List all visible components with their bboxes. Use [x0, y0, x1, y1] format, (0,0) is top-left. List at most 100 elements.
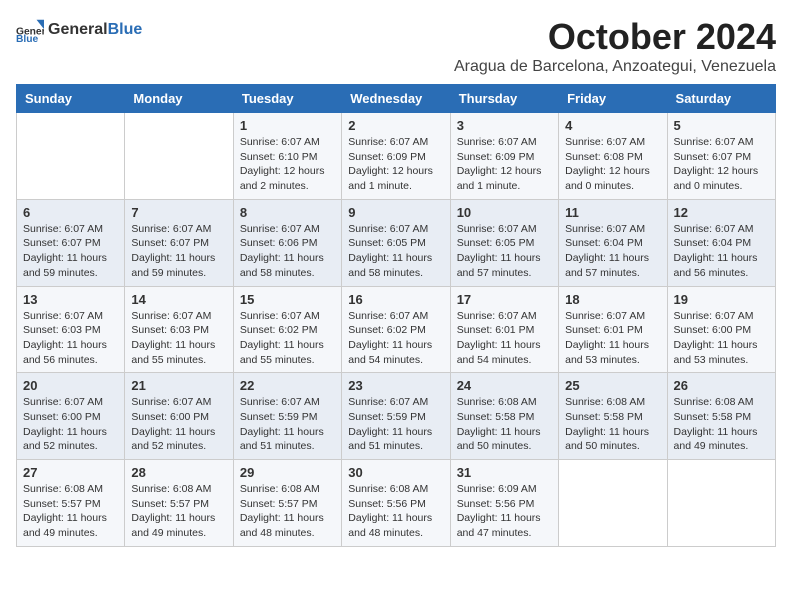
cell-info: Sunrise: 6:07 AM Sunset: 6:01 PM Dayligh… — [457, 309, 552, 368]
calendar-cell: 14 Sunrise: 6:07 AM Sunset: 6:03 PM Dayli… — [125, 286, 233, 373]
day-number: 20 — [23, 378, 118, 393]
day-number: 15 — [240, 292, 335, 307]
calendar-cell — [667, 460, 775, 547]
day-number: 30 — [348, 465, 443, 480]
cell-info: Sunrise: 6:07 AM Sunset: 6:07 PM Dayligh… — [23, 222, 118, 281]
calendar-table: SundayMondayTuesdayWednesdayThursdayFrid… — [16, 84, 776, 547]
cell-info: Sunrise: 6:08 AM Sunset: 5:58 PM Dayligh… — [457, 395, 552, 454]
day-number: 24 — [457, 378, 552, 393]
day-header-sunday: Sunday — [17, 85, 125, 113]
day-number: 14 — [131, 292, 226, 307]
logo-blue-text: Blue — [108, 21, 143, 39]
cell-info: Sunrise: 6:07 AM Sunset: 5:59 PM Dayligh… — [240, 395, 335, 454]
cell-info: Sunrise: 6:07 AM Sunset: 6:00 PM Dayligh… — [674, 309, 769, 368]
logo-general-text: General — [48, 21, 108, 39]
day-number: 16 — [348, 292, 443, 307]
logo: General Blue General Blue — [16, 16, 142, 44]
week-row-2: 6 Sunrise: 6:07 AM Sunset: 6:07 PM Daylig… — [17, 199, 776, 286]
cell-info: Sunrise: 6:08 AM Sunset: 5:57 PM Dayligh… — [23, 482, 118, 541]
cell-info: Sunrise: 6:07 AM Sunset: 6:09 PM Dayligh… — [457, 135, 552, 194]
day-header-wednesday: Wednesday — [342, 85, 450, 113]
day-header-saturday: Saturday — [667, 85, 775, 113]
calendar-cell: 5Sunrise: 6:07 AM Sunset: 6:07 PM Daylig… — [667, 113, 775, 200]
calendar-cell: 24 Sunrise: 6:08 AM Sunset: 5:58 PM Dayli… — [450, 373, 558, 460]
cell-info: Sunrise: 6:07 AM Sunset: 6:00 PM Dayligh… — [131, 395, 226, 454]
day-header-tuesday: Tuesday — [233, 85, 341, 113]
month-title: October 2024 — [454, 16, 776, 58]
cell-info: Sunrise: 6:07 AM Sunset: 6:03 PM Dayligh… — [131, 309, 226, 368]
cell-info: Sunrise: 6:07 AM Sunset: 6:05 PM Dayligh… — [348, 222, 443, 281]
cell-info: Sunrise: 6:08 AM Sunset: 5:56 PM Dayligh… — [348, 482, 443, 541]
day-header-friday: Friday — [559, 85, 667, 113]
cell-info: Sunrise: 6:08 AM Sunset: 5:57 PM Dayligh… — [240, 482, 335, 541]
cell-info: Sunrise: 6:08 AM Sunset: 5:57 PM Dayligh… — [131, 482, 226, 541]
cell-info: Sunrise: 6:07 AM Sunset: 6:04 PM Dayligh… — [565, 222, 660, 281]
cell-info: Sunrise: 6:07 AM Sunset: 6:07 PM Dayligh… — [131, 222, 226, 281]
calendar-cell: 20 Sunrise: 6:07 AM Sunset: 6:00 PM Dayli… — [17, 373, 125, 460]
calendar-cell: 26 Sunrise: 6:08 AM Sunset: 5:58 PM Dayli… — [667, 373, 775, 460]
calendar-cell: 18 Sunrise: 6:07 AM Sunset: 6:01 PM Dayli… — [559, 286, 667, 373]
day-number: 23 — [348, 378, 443, 393]
calendar-cell: 15 Sunrise: 6:07 AM Sunset: 6:02 PM Dayli… — [233, 286, 341, 373]
calendar-cell: 22 Sunrise: 6:07 AM Sunset: 5:59 PM Dayli… — [233, 373, 341, 460]
week-row-5: 27 Sunrise: 6:08 AM Sunset: 5:57 PM Dayli… — [17, 460, 776, 547]
title-area: October 2024 Aragua de Barcelona, Anzoat… — [454, 16, 776, 76]
calendar-cell: 29 Sunrise: 6:08 AM Sunset: 5:57 PM Dayli… — [233, 460, 341, 547]
svg-text:Blue: Blue — [16, 34, 39, 44]
day-number: 22 — [240, 378, 335, 393]
calendar-cell: 8Sunrise: 6:07 AM Sunset: 6:06 PM Daylig… — [233, 199, 341, 286]
cell-info: Sunrise: 6:07 AM Sunset: 6:04 PM Dayligh… — [674, 222, 769, 281]
calendar-cell: 11Sunrise: 6:07 AM Sunset: 6:04 PM Dayli… — [559, 199, 667, 286]
cell-info: Sunrise: 6:07 AM Sunset: 6:02 PM Dayligh… — [348, 309, 443, 368]
cell-info: Sunrise: 6:07 AM Sunset: 6:07 PM Dayligh… — [674, 135, 769, 194]
day-number: 12 — [674, 205, 769, 220]
calendar-cell: 17Sunrise: 6:07 AM Sunset: 6:01 PM Dayli… — [450, 286, 558, 373]
calendar-cell: 2Sunrise: 6:07 AM Sunset: 6:09 PM Daylig… — [342, 113, 450, 200]
location-title: Aragua de Barcelona, Anzoategui, Venezue… — [454, 58, 776, 76]
day-number: 18 — [565, 292, 660, 307]
day-number: 10 — [457, 205, 552, 220]
day-number: 8 — [240, 205, 335, 220]
day-number: 29 — [240, 465, 335, 480]
calendar-cell: 1 Sunrise: 6:07 AM Sunset: 6:10 PM Daylig… — [233, 113, 341, 200]
calendar-cell: 16 Sunrise: 6:07 AM Sunset: 6:02 PM Dayli… — [342, 286, 450, 373]
calendar-cell — [559, 460, 667, 547]
day-number: 1 — [240, 118, 335, 133]
cell-info: Sunrise: 6:07 AM Sunset: 6:01 PM Dayligh… — [565, 309, 660, 368]
day-number: 19 — [674, 292, 769, 307]
day-number: 21 — [131, 378, 226, 393]
day-number: 26 — [674, 378, 769, 393]
week-row-1: 1 Sunrise: 6:07 AM Sunset: 6:10 PM Daylig… — [17, 113, 776, 200]
calendar-cell: 31Sunrise: 6:09 AM Sunset: 5:56 PM Dayli… — [450, 460, 558, 547]
calendar-cell: 10Sunrise: 6:07 AM Sunset: 6:05 PM Dayli… — [450, 199, 558, 286]
calendar-cell: 25 Sunrise: 6:08 AM Sunset: 5:58 PM Dayli… — [559, 373, 667, 460]
calendar-cell: 4Sunrise: 6:07 AM Sunset: 6:08 PM Daylig… — [559, 113, 667, 200]
cell-info: Sunrise: 6:07 AM Sunset: 6:00 PM Dayligh… — [23, 395, 118, 454]
cell-info: Sunrise: 6:07 AM Sunset: 5:59 PM Dayligh… — [348, 395, 443, 454]
day-number: 7 — [131, 205, 226, 220]
day-header-thursday: Thursday — [450, 85, 558, 113]
calendar-cell: 23 Sunrise: 6:07 AM Sunset: 5:59 PM Dayli… — [342, 373, 450, 460]
cell-info: Sunrise: 6:07 AM Sunset: 6:10 PM Dayligh… — [240, 135, 335, 194]
day-number: 27 — [23, 465, 118, 480]
cell-info: Sunrise: 6:08 AM Sunset: 5:58 PM Dayligh… — [565, 395, 660, 454]
day-number: 3 — [457, 118, 552, 133]
cell-info: Sunrise: 6:07 AM Sunset: 6:08 PM Dayligh… — [565, 135, 660, 194]
calendar-cell: 28Sunrise: 6:08 AM Sunset: 5:57 PM Dayli… — [125, 460, 233, 547]
cell-info: Sunrise: 6:07 AM Sunset: 6:02 PM Dayligh… — [240, 309, 335, 368]
calendar-cell: 27 Sunrise: 6:08 AM Sunset: 5:57 PM Dayli… — [17, 460, 125, 547]
cell-info: Sunrise: 6:07 AM Sunset: 6:03 PM Dayligh… — [23, 309, 118, 368]
calendar-cell: 13 Sunrise: 6:07 AM Sunset: 6:03 PM Dayli… — [17, 286, 125, 373]
logo-icon: General Blue — [16, 16, 44, 44]
week-row-3: 13 Sunrise: 6:07 AM Sunset: 6:03 PM Dayli… — [17, 286, 776, 373]
day-number: 13 — [23, 292, 118, 307]
calendar-cell: 6 Sunrise: 6:07 AM Sunset: 6:07 PM Daylig… — [17, 199, 125, 286]
calendar-cell: 3 Sunrise: 6:07 AM Sunset: 6:09 PM Daylig… — [450, 113, 558, 200]
day-header-monday: Monday — [125, 85, 233, 113]
cell-info: Sunrise: 6:07 AM Sunset: 6:09 PM Dayligh… — [348, 135, 443, 194]
day-number: 25 — [565, 378, 660, 393]
day-number: 31 — [457, 465, 552, 480]
cell-info: Sunrise: 6:08 AM Sunset: 5:58 PM Dayligh… — [674, 395, 769, 454]
calendar-cell: 12 Sunrise: 6:07 AM Sunset: 6:04 PM Dayli… — [667, 199, 775, 286]
day-number: 6 — [23, 205, 118, 220]
